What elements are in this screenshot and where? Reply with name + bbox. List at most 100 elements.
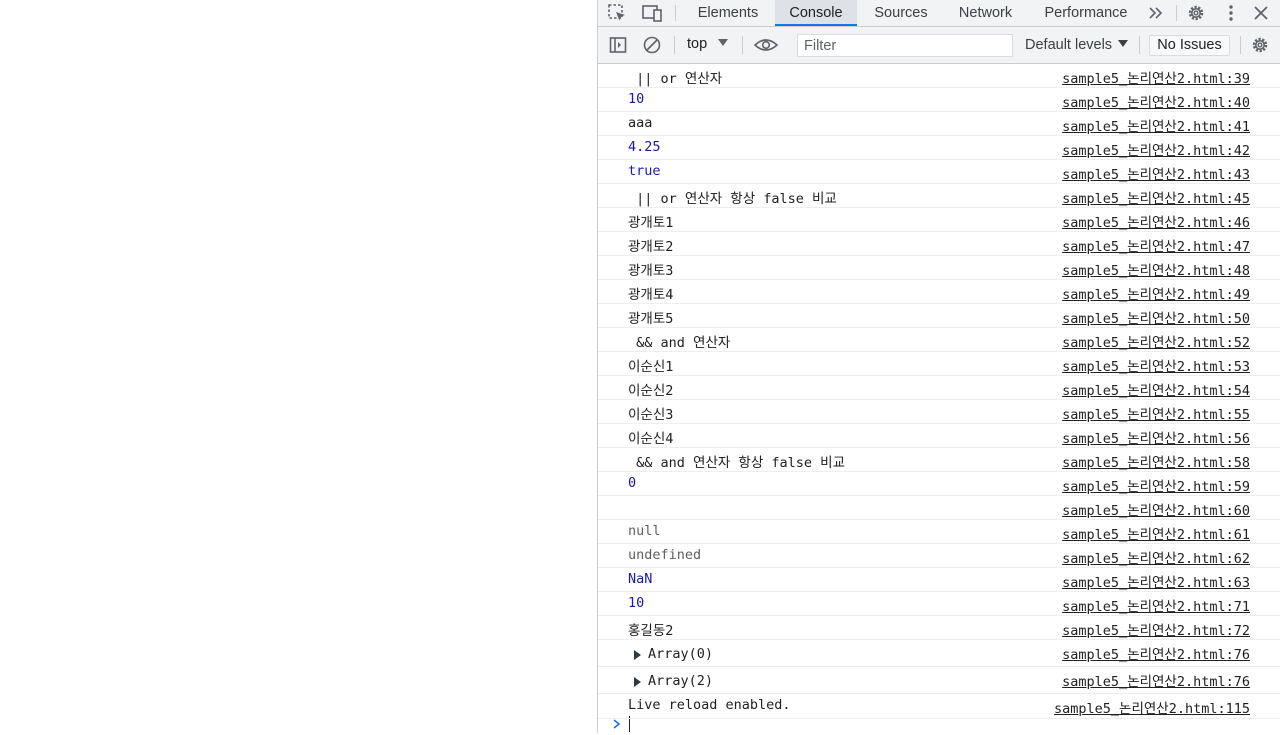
console-message: Live reload enabled. (628, 697, 791, 713)
source-link[interactable]: sample5_논리연산2.html:49 (1062, 283, 1250, 303)
tab-elements[interactable]: Elements (688, 0, 768, 26)
source-link[interactable]: sample5_논리연산2.html:71 (1062, 595, 1250, 615)
source-link[interactable]: sample5_논리연산2.html:54 (1062, 379, 1250, 399)
toolbar-separator (674, 36, 675, 54)
source-link[interactable]: sample5_논리연산2.html:53 (1062, 355, 1250, 375)
console-row: || or 연산자 항상 false 비교 sample5_논리연산2.html:… (598, 184, 1280, 208)
console-message: 10 (628, 91, 645, 107)
source-link[interactable]: sample5_논리연산2.html:76 (1062, 670, 1250, 690)
expand-triangle-icon[interactable] (634, 650, 641, 660)
console-message: true (628, 163, 661, 179)
tab-separator (1176, 5, 1177, 21)
filter-input[interactable] (797, 34, 1013, 57)
console-message: 광개토5 (628, 311, 674, 327)
settings-gear-icon[interactable] (1185, 3, 1207, 23)
console-message: 광개토3 (628, 263, 674, 279)
log-levels-dropdown[interactable]: Default levels (1025, 37, 1112, 53)
console-row: Array(0) sample5_논리연산2.html:76 (598, 640, 1280, 667)
console-message: NaN (628, 571, 653, 587)
more-tabs-icon[interactable] (1145, 3, 1167, 23)
console-message: 광개토1 (628, 215, 674, 231)
console-message: 이순신2 (628, 383, 674, 399)
console-settings-gear-icon[interactable] (1249, 35, 1271, 55)
tab-console[interactable]: Console (775, 0, 857, 26)
source-link[interactable]: sample5_논리연산2.html:58 (1062, 451, 1250, 471)
console-object-preview[interactable]: Array(0) (648, 646, 713, 662)
source-link[interactable]: sample5_논리연산2.html:52 (1062, 331, 1250, 351)
source-link[interactable]: sample5_논리연산2.html:72 (1062, 619, 1250, 639)
console-row: 10 sample5_논리연산2.html:71 (598, 592, 1280, 616)
sidebar-toggle-icon[interactable] (607, 35, 629, 55)
live-expression-eye-icon[interactable] (753, 35, 779, 55)
expand-triangle-icon[interactable] (634, 677, 641, 687)
source-link[interactable]: sample5_논리연산2.html:61 (1062, 523, 1250, 543)
console-toolbar: top Default levels No Issues (598, 27, 1280, 64)
source-link[interactable]: sample5_논리연산2.html:46 (1062, 211, 1250, 231)
source-link[interactable]: sample5_논리연산2.html:45 (1062, 187, 1250, 207)
source-link[interactable]: sample5_논리연산2.html:39 (1062, 67, 1250, 87)
toolbar-separator (742, 36, 743, 54)
device-toolbar-icon[interactable] (641, 3, 663, 23)
console-object-preview[interactable]: Array(2) (648, 673, 713, 689)
console-message: undefined (628, 547, 702, 563)
source-link[interactable]: sample5_논리연산2.html:43 (1062, 163, 1250, 183)
console-row: 이순신4 sample5_논리연산2.html:56 (598, 424, 1280, 448)
source-link[interactable]: sample5_논리연산2.html:76 (1062, 643, 1250, 663)
console-messages: || or 연산자 sample5_논리연산2.html:39 10 sample5_… (598, 64, 1280, 733)
console-row: sample5_논리연산2.html:60 (598, 496, 1280, 520)
console-row: Array(2) sample5_논리연산2.html:76 (598, 667, 1280, 694)
devtools-tab-bar: Elements Console Sources Network Perform… (598, 0, 1280, 27)
source-link[interactable]: sample5_논리연산2.html:56 (1062, 427, 1250, 447)
console-message: null (628, 523, 661, 539)
console-row: 이순신1 sample5_논리연산2.html:53 (598, 352, 1280, 376)
source-link[interactable]: sample5_논리연산2.html:48 (1062, 259, 1250, 279)
context-dropdown-arrow-icon[interactable] (718, 39, 728, 46)
tab-network[interactable]: Network (948, 0, 1023, 26)
console-message: 홍길동2 (628, 623, 674, 639)
console-row: NaN sample5_논리연산2.html:63 (598, 568, 1280, 592)
console-row: 광개토3 sample5_논리연산2.html:48 (598, 256, 1280, 280)
console-row: 이순신2 sample5_논리연산2.html:54 (598, 376, 1280, 400)
source-link[interactable]: sample5_논리연산2.html:55 (1062, 403, 1250, 423)
source-link[interactable]: sample5_논리연산2.html:40 (1062, 91, 1250, 111)
console-message: aaa (628, 115, 653, 131)
more-options-icon[interactable] (1220, 3, 1242, 23)
source-link[interactable]: sample5_논리연산2.html:63 (1062, 571, 1250, 591)
toolbar-separator (1139, 36, 1140, 54)
devtools-panel: Elements Console Sources Network Perform… (597, 0, 1280, 733)
console-row: null sample5_논리연산2.html:61 (598, 520, 1280, 544)
console-row: 홍길동2 sample5_논리연산2.html:72 (598, 616, 1280, 640)
source-link[interactable]: sample5_논리연산2.html:50 (1062, 307, 1250, 327)
console-row: 10 sample5_논리연산2.html:40 (598, 88, 1280, 112)
tab-performance[interactable]: Performance (1032, 0, 1140, 26)
console-row: 0 sample5_논리연산2.html:59 (598, 472, 1280, 496)
console-message: 이순신3 (628, 407, 674, 423)
console-message: 광개토2 (628, 239, 674, 255)
source-link[interactable]: sample5_논리연산2.html:59 (1062, 475, 1250, 495)
source-link[interactable]: sample5_논리연산2.html:42 (1062, 139, 1250, 159)
console-row: 이순신3 sample5_논리연산2.html:55 (598, 400, 1280, 424)
source-link[interactable]: sample5_논리연산2.html:62 (1062, 547, 1250, 567)
source-link[interactable]: sample5_논리연산2.html:115 (1054, 697, 1250, 717)
source-link[interactable]: sample5_논리연산2.html:41 (1062, 115, 1250, 135)
console-message: && and 연산자 (628, 335, 731, 351)
console-message: 광개토4 (628, 287, 674, 303)
console-message: 0 (628, 475, 637, 491)
console-message: 이순신1 (628, 359, 674, 375)
console-message: 10 (628, 595, 645, 611)
clear-console-icon[interactable] (641, 35, 663, 55)
close-icon[interactable] (1250, 3, 1272, 23)
issues-button[interactable]: No Issues (1149, 35, 1230, 56)
inspect-element-icon[interactable] (606, 3, 628, 23)
source-link[interactable]: sample5_논리연산2.html:60 (1062, 499, 1250, 519)
console-message: || or 연산자 (628, 71, 723, 87)
levels-dropdown-arrow-icon[interactable] (1118, 40, 1128, 47)
console-row: 광개토2 sample5_논리연산2.html:47 (598, 232, 1280, 256)
console-row: 광개토5 sample5_논리연산2.html:50 (598, 304, 1280, 328)
tab-sources[interactable]: Sources (864, 0, 938, 26)
source-link[interactable]: sample5_논리연산2.html:47 (1062, 235, 1250, 255)
toolbar-separator (1240, 36, 1241, 54)
console-row: true sample5_논리연산2.html:43 (598, 160, 1280, 184)
context-selector[interactable]: top (687, 36, 707, 52)
console-row: 광개토4 sample5_논리연산2.html:49 (598, 280, 1280, 304)
